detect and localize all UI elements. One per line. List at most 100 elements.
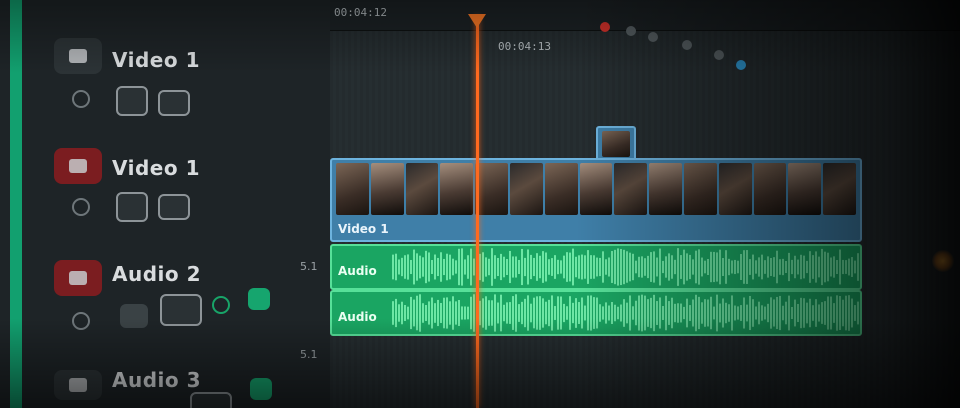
waveform-bar: [653, 294, 655, 332]
sync-icon[interactable]: [212, 296, 230, 314]
waveform-bar: [761, 254, 763, 280]
waveform-bar: [641, 294, 643, 332]
waveform-bar: [809, 298, 811, 328]
waveform-bar: [686, 253, 688, 281]
timeline-area[interactable]: 00:04:12 00:04:13 Video 1 Audio Audio: [330, 0, 960, 408]
mute-icon[interactable]: [120, 304, 148, 328]
record-arm-icon[interactable]: [250, 378, 272, 400]
playhead[interactable]: [476, 16, 479, 408]
audio-track-icon[interactable]: [54, 260, 102, 296]
video-track-icon[interactable]: [54, 38, 102, 74]
waveform-bar: [815, 251, 817, 283]
waveform-bar: [437, 299, 439, 327]
waveform-bar: [854, 305, 856, 321]
waveform-bar: [707, 258, 709, 276]
waveform-bar: [545, 301, 547, 325]
waveform-bar: [803, 298, 805, 328]
editor-window: Video 1 Video 1 Audio 2 5.1 Audio 3 5.1 …: [0, 0, 960, 408]
waveform-bar: [575, 256, 577, 278]
waveform-bar: [395, 298, 397, 328]
channel-format: 5.1: [300, 348, 318, 361]
waveform-bar: [524, 257, 526, 277]
waveform-bar: [632, 253, 634, 281]
track-header-video-main[interactable]: Video 1: [0, 142, 330, 251]
waveform-bar: [668, 301, 670, 325]
waveform-bar: [704, 299, 706, 327]
video-track-icon-active[interactable]: [54, 148, 102, 184]
waveform-bar: [563, 303, 565, 323]
eye-icon[interactable]: [72, 312, 90, 330]
waveform-bar: [494, 294, 496, 332]
waveform-bar: [734, 305, 736, 321]
waveform-bar: [500, 294, 502, 332]
auto-select-toggle[interactable]: [158, 194, 190, 220]
audio-waveform: [392, 294, 859, 332]
toolbar-dot-icon[interactable]: [648, 32, 658, 42]
waveform-bar: [425, 305, 427, 321]
waveform-bar: [683, 306, 685, 320]
clip-name: Audio: [338, 310, 377, 324]
auto-select-toggle[interactable]: [158, 90, 190, 116]
lock-icon[interactable]: [116, 192, 148, 222]
waveform-bar: [536, 253, 538, 281]
waveform-bar: [392, 254, 394, 280]
toolbar-dot-icon[interactable]: [626, 26, 636, 36]
record-indicator-icon[interactable]: [600, 22, 610, 32]
waveform-bar: [833, 256, 835, 278]
waveform-bar: [827, 252, 829, 282]
waveform-bar: [608, 257, 610, 277]
playhead-marker-icon[interactable]: [468, 14, 486, 28]
audio-waveform: [392, 248, 859, 286]
waveform-bar: [473, 294, 475, 332]
waveform-bar: [812, 305, 814, 321]
lock-icon[interactable]: [116, 86, 148, 116]
waveform-bar: [767, 303, 769, 323]
toolbar-dot-icon[interactable]: [682, 40, 692, 50]
waveform-bar: [824, 251, 826, 283]
eye-icon[interactable]: [72, 198, 90, 216]
track-header-video-top[interactable]: Video 1: [0, 0, 330, 143]
toolbar-dot-icon[interactable]: [714, 50, 724, 60]
waveform-bar: [473, 258, 475, 276]
waveform-bar: [518, 304, 520, 322]
waveform-bar: [740, 254, 742, 280]
eye-icon[interactable]: [72, 90, 90, 108]
waveform-bar: [590, 295, 592, 331]
audio-clip[interactable]: Audio: [330, 244, 862, 290]
waveform-bar: [470, 296, 472, 330]
waveform-bar: [674, 259, 676, 275]
waveform-bar: [710, 251, 712, 283]
waveform-bar: [719, 303, 721, 323]
waveform-bar: [629, 295, 631, 331]
waveform-bar: [569, 296, 571, 330]
waveform-bar: [452, 258, 454, 276]
timecode-ruler[interactable]: 00:04:12: [330, 0, 960, 31]
track-header-audio-2[interactable]: Audio 2 5.1: [0, 250, 330, 343]
waveform-bar: [605, 259, 607, 275]
waveform-bar: [848, 258, 850, 276]
waveform-bar: [407, 254, 409, 280]
audio-track-icon[interactable]: [54, 370, 102, 400]
waveform-bar: [590, 255, 592, 279]
waveform-bar: [632, 306, 634, 320]
snapping-icon[interactable]: [736, 60, 746, 70]
record-arm-icon[interactable]: [248, 288, 270, 310]
waveform-bar: [686, 298, 688, 328]
waveform-bar: [653, 251, 655, 283]
waveform-bar: [701, 257, 703, 277]
video-clip[interactable]: Video 1: [330, 158, 862, 242]
track-header-audio-3[interactable]: Audio 3 5.1: [0, 342, 330, 408]
solo-icon[interactable]: [160, 294, 202, 326]
audio-clip[interactable]: Audio: [330, 290, 862, 336]
waveform-bar: [779, 259, 781, 275]
waveform-bar: [839, 296, 841, 330]
waveform-bar: [554, 306, 556, 320]
solo-icon[interactable]: [190, 392, 232, 408]
waveform-bar: [548, 259, 550, 275]
waveform-bar: [614, 249, 616, 285]
waveform-bar: [827, 296, 829, 330]
background-light: [932, 250, 954, 272]
waveform-bar: [734, 259, 736, 275]
waveform-bar: [857, 301, 859, 325]
waveform-bar: [428, 301, 430, 325]
